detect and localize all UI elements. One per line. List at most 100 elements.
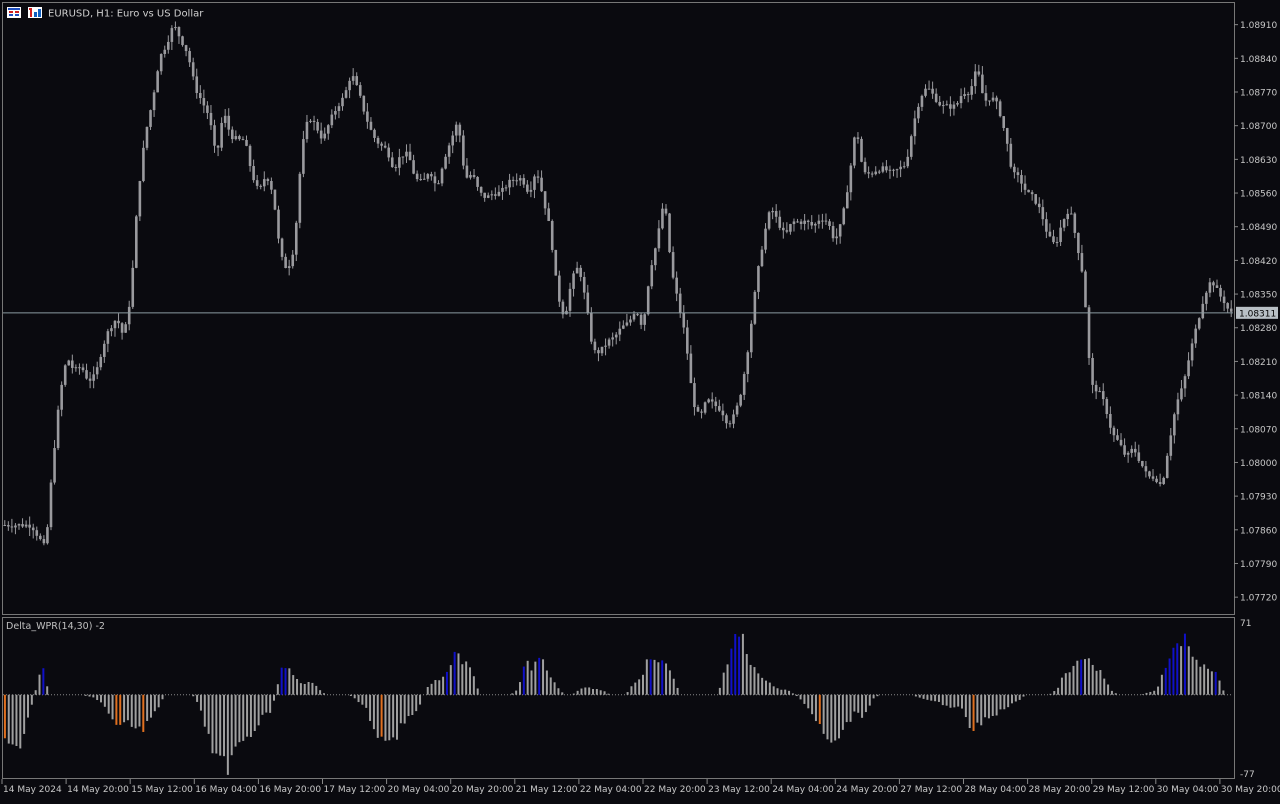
candle-body [234, 136, 238, 140]
price-tick-label: 1.08490 [1240, 223, 1277, 233]
candle-body [714, 401, 718, 407]
candle-body [131, 267, 135, 307]
candle-body [462, 135, 465, 166]
candle-body [319, 130, 323, 139]
candle [63, 364, 67, 387]
candle-body [998, 101, 1002, 117]
candle-body [1009, 143, 1013, 167]
indicator-min-label: -77 [1240, 770, 1255, 780]
candle-body [1155, 478, 1158, 483]
candle-body [1173, 414, 1176, 436]
candle-body [437, 183, 440, 185]
candle-body [810, 221, 814, 226]
candle-body [828, 221, 831, 227]
candle [909, 134, 913, 160]
candle-body [1016, 172, 1020, 176]
candle-body [661, 208, 664, 229]
candle-body [497, 191, 501, 196]
candle-body [302, 139, 305, 174]
price-tick-label: 1.08840 [1240, 55, 1277, 65]
candle [646, 285, 650, 316]
candle-body [309, 120, 312, 122]
candle-body [753, 291, 757, 324]
price-tick-label: 1.08210 [1240, 358, 1277, 368]
candle-body [494, 194, 497, 196]
candle-body [543, 191, 547, 209]
price-tick-label: 1.07930 [1240, 493, 1277, 503]
candle-body [1226, 303, 1229, 309]
candle [135, 214, 138, 269]
chart-svg[interactable]: 1.08910 1.08840 1.08770 1.08700 1.08630 1.085… [0, 0, 1280, 800]
candle-body [746, 352, 750, 375]
candle-body [1091, 357, 1094, 385]
candle-body [803, 220, 806, 224]
candle-body [924, 88, 927, 96]
candle-body [465, 165, 469, 178]
candle-body [977, 71, 981, 75]
candle-body [326, 125, 330, 134]
candle-body [700, 411, 703, 413]
chart-window[interactable]: 1.08910 1.08840 1.08770 1.08700 1.08630 1.085… [0, 0, 1280, 800]
candle-body [479, 186, 483, 193]
candle-body [433, 176, 437, 184]
candle-body [305, 121, 309, 140]
candle-body [575, 267, 579, 274]
candle-body [88, 378, 92, 381]
time-tick-label: 14 May 2024 [3, 785, 62, 795]
candle-body [1133, 448, 1137, 453]
candle-body [1148, 471, 1151, 477]
candle-body [625, 322, 629, 326]
candle-body [860, 138, 863, 162]
candle-body [85, 370, 88, 379]
candle-body [230, 129, 234, 140]
candle-body [952, 104, 956, 109]
candle-body [767, 212, 771, 229]
candle-body [909, 136, 913, 157]
candle-body [312, 120, 316, 122]
candle-body [739, 394, 742, 406]
candle-body [995, 97, 998, 102]
candle-body [252, 166, 255, 181]
candle-body [376, 137, 380, 144]
candle-body [383, 145, 387, 148]
candle-body [607, 339, 611, 346]
candle [181, 35, 184, 47]
candle-body [1005, 128, 1009, 144]
symbol-grid-icon[interactable] [7, 7, 21, 18]
candle-body [1030, 192, 1034, 195]
candle-body [330, 114, 334, 126]
candle-body [725, 415, 728, 424]
candle-body [124, 324, 127, 333]
candle [156, 69, 159, 93]
candle-body [24, 524, 28, 527]
candle-body [213, 125, 216, 146]
candle-body [344, 90, 348, 98]
time-tick-label: 20 May 04:00 [388, 785, 450, 795]
candle-body [1066, 213, 1069, 220]
candle-body [145, 126, 149, 148]
chart-type-icon[interactable] [28, 7, 42, 18]
candle-body [167, 41, 170, 50]
candle-body [42, 539, 46, 544]
candle [277, 205, 280, 244]
candle-body [1137, 452, 1141, 461]
candle-body [163, 49, 167, 55]
candle-body [1080, 253, 1084, 272]
candle-body [522, 178, 526, 185]
candle-body [1034, 194, 1038, 204]
candle-body [241, 139, 245, 141]
candle-body [650, 265, 654, 287]
candle [1034, 193, 1038, 206]
candle-body [138, 181, 142, 217]
candle-body [824, 220, 828, 222]
candle-body [110, 328, 113, 332]
candle-body [159, 54, 163, 72]
candle-body [966, 94, 970, 96]
candle-body [511, 179, 515, 181]
time-tick-label: 16 May 20:00 [259, 785, 321, 795]
candle-body [14, 525, 17, 528]
candle-body [632, 314, 636, 320]
candle-body [149, 110, 152, 127]
candle-body [614, 334, 618, 338]
candle-body [917, 106, 920, 119]
